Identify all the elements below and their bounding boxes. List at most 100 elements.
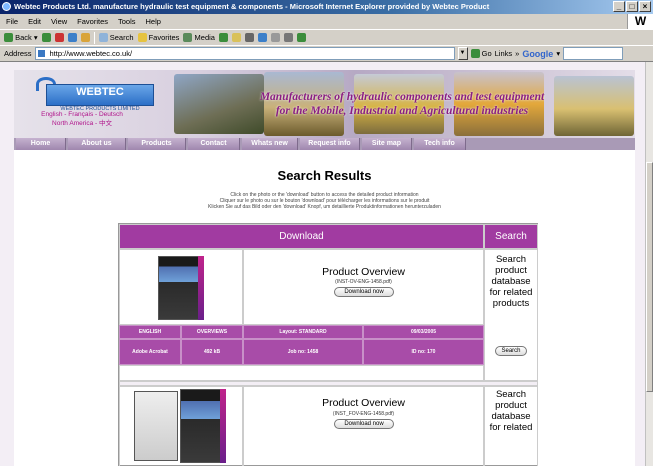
page-title: Search Results — [277, 168, 372, 183]
search-cell: Search product database for related prod… — [484, 249, 538, 381]
menu-file[interactable]: File — [6, 17, 18, 26]
product-info-cell: Product Overview (INST_FOV-ENG-1458.pdf)… — [243, 386, 484, 466]
refresh-icon[interactable] — [67, 33, 77, 42]
search-related-text: Search product database for related prod… — [489, 254, 533, 309]
address-label: Address — [4, 49, 32, 58]
tagline-line1: Manufacturers of hydraulic components an… — [259, 91, 545, 103]
menu-bar: File Edit View Favorites Tools Help W — [0, 14, 653, 29]
product-info-cell: Product Overview (INST-OV-ENG-1458.pdf) … — [243, 249, 484, 325]
menu-favorites[interactable]: Favorites — [77, 17, 108, 26]
product-brochure-image[interactable] — [158, 256, 202, 320]
stop-icon[interactable] — [54, 33, 64, 42]
media-icon — [183, 33, 193, 43]
meta-job: Job no: 1458 — [243, 339, 363, 365]
menu-edit[interactable]: Edit — [28, 17, 41, 26]
history-icon[interactable] — [218, 33, 228, 42]
search-column-header: Search — [484, 224, 538, 249]
brochure-spine — [198, 256, 204, 320]
back-button[interactable]: Back ▾ — [4, 33, 38, 43]
menu-help[interactable]: Help — [146, 17, 161, 26]
product-filename: (INST-OV-ENG-1458.pdf) — [335, 279, 392, 285]
instructions-german: Klicken Sie auf das Bild oder den 'downl… — [208, 204, 441, 210]
language-links-line2[interactable]: North America - 中文 — [22, 119, 142, 128]
links-button[interactable]: Links — [495, 49, 513, 58]
product-thumbnail-cell — [119, 386, 243, 466]
nav-home[interactable]: Home — [16, 138, 66, 150]
nav-tech-info[interactable]: Tech info — [414, 138, 466, 150]
nav-about-us[interactable]: About us — [68, 138, 126, 150]
minimize-button[interactable]: _ — [613, 1, 625, 12]
search-label: Search — [109, 32, 134, 42]
go-label: Go — [481, 48, 492, 58]
product-filename: (INST_FOV-ENG-1458.pdf) — [332, 411, 395, 417]
standard-toolbar: Back ▾ Search Favorites Media — [0, 29, 653, 45]
google-search-input[interactable] — [563, 47, 624, 60]
go-arrow-icon — [470, 49, 480, 59]
back-arrow-icon — [4, 33, 13, 43]
product-title[interactable]: Product Overview — [244, 266, 483, 278]
product-brochure-image[interactable] — [180, 389, 224, 463]
menu-view[interactable]: View — [51, 17, 67, 26]
meta-language: ENGLISH — [119, 325, 181, 339]
scrollbar-thumb[interactable] — [646, 162, 653, 392]
edit-icon[interactable] — [257, 33, 267, 42]
search-icon — [98, 33, 108, 43]
search-related-text: Search product database for related — [489, 389, 533, 433]
tagline-line2: for the Mobile, Industrial and Agricultu… — [275, 105, 529, 117]
favorites-label: Favorites — [148, 32, 180, 42]
address-dropdown-arrow[interactable]: ▼ — [457, 47, 468, 60]
links-chevron-icon[interactable]: » — [515, 49, 519, 58]
forward-arrow-icon[interactable] — [41, 33, 51, 42]
maximize-button[interactable]: □ — [626, 1, 638, 12]
page-icon — [36, 49, 46, 58]
search-cell: Search product database for related — [484, 386, 538, 466]
window-titlebar: Webtec Products Ltd. manufacture hydraul… — [0, 0, 653, 14]
download-now-button[interactable]: Download now — [334, 287, 394, 297]
site-navbar: Home About us Products Contact Whats new… — [14, 138, 635, 150]
meta-id: ID no: 170 — [363, 339, 484, 365]
address-field — [34, 47, 455, 60]
meta-date: 09/03/2005 — [363, 325, 484, 339]
site-banner: WEBTEC WEBTEC PRODUCTS LIMITED English -… — [14, 70, 635, 138]
media-label: Media — [194, 32, 215, 42]
nav-contact[interactable]: Contact — [188, 138, 240, 150]
site-tagline: Manufacturers of hydraulic components an… — [192, 90, 612, 118]
address-input[interactable] — [34, 47, 455, 60]
brochure-spine — [220, 389, 226, 463]
meta-category: OVERVIEWS — [181, 325, 243, 339]
media-button[interactable]: Media — [183, 33, 215, 43]
nav-products[interactable]: Products — [128, 138, 186, 150]
page-viewport: WEBTEC WEBTEC PRODUCTS LIMITED English -… — [0, 62, 645, 466]
search-related-button[interactable]: Search — [495, 346, 527, 356]
product-brochure-image-back[interactable] — [134, 391, 178, 461]
google-toolbar-logo[interactable]: Google — [522, 49, 553, 59]
favorites-star-icon — [137, 33, 147, 43]
go-button[interactable]: Go — [470, 48, 492, 59]
discuss-icon[interactable] — [270, 33, 280, 42]
vertical-scrollbar[interactable] — [645, 62, 653, 466]
favorites-button[interactable]: Favorites — [137, 32, 180, 43]
home-icon[interactable] — [80, 33, 90, 42]
nav-whats-new[interactable]: Whats new — [242, 138, 298, 150]
research-icon[interactable] — [283, 33, 293, 42]
nav-request-info[interactable]: Request info — [300, 138, 360, 150]
language-links-line1[interactable]: English - Français - Deutsch — [22, 110, 142, 119]
language-links: English - Français - Deutsch North Ameri… — [22, 110, 142, 128]
menu-tools[interactable]: Tools — [118, 17, 136, 26]
search-button[interactable]: Search — [98, 32, 134, 43]
instructions: Click on the photo or the 'download' but… — [14, 192, 635, 210]
results-table: Download Search Product Overview (INST-O… — [118, 223, 538, 466]
main-content: Search Results Click on the photo or the… — [14, 150, 635, 466]
download-now-button[interactable]: Download now — [334, 419, 394, 429]
ie-icon — [2, 2, 11, 11]
google-dropdown-icon[interactable]: ▾ — [556, 49, 560, 58]
meta-reader: Adobe Acrobat — [119, 339, 181, 365]
messenger-icon[interactable] — [296, 33, 306, 42]
close-button[interactable]: × — [639, 1, 651, 12]
mail-icon[interactable] — [231, 33, 241, 42]
print-icon[interactable] — [244, 33, 254, 42]
product-title[interactable]: Product Overview — [244, 397, 483, 409]
row-spacer — [119, 365, 484, 381]
windows-logo: W — [627, 14, 653, 29]
nav-site-map[interactable]: Site map — [362, 138, 412, 150]
